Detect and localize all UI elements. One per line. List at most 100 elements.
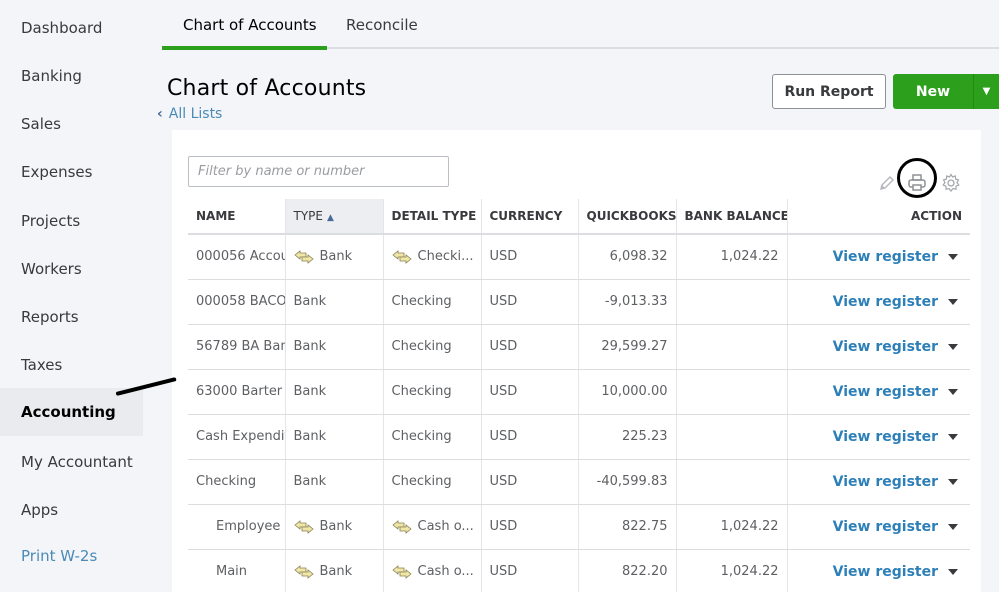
sidebar-item-expenses[interactable]: Expenses	[0, 148, 143, 196]
cell-detail-type: Checki...	[383, 234, 482, 280]
action-dropdown-caret-icon[interactable]	[948, 254, 958, 261]
cell-type-label: Bank	[319, 249, 353, 265]
table-row[interactable]: 000058 BACOI Bank Checking USD -9,013.33…	[188, 279, 970, 325]
tab-reconcile[interactable]: Reconcile	[346, 16, 418, 34]
action-dropdown-caret-icon[interactable]	[948, 434, 958, 440]
sidebar-item-reports[interactable]: Reports	[0, 293, 143, 341]
sidebar-item-banking[interactable]: Banking	[0, 52, 143, 100]
cell-detail-label: Checking	[391, 294, 452, 309]
cell-type: Bank	[285, 324, 384, 370]
column-header-currency[interactable]: CURRENCY	[481, 199, 579, 235]
view-register-link[interactable]: View register	[833, 294, 938, 310]
column-header-type[interactable]: TYPE ▲	[285, 199, 384, 235]
pencil-icon	[880, 176, 894, 190]
cell-name: 000058 BACOI	[188, 279, 286, 325]
table-row[interactable]: Cash Expenditu Bank Checking USD 225.23 …	[188, 414, 970, 460]
cell-type: Bank	[285, 459, 384, 505]
sidebar: Dashboard Banking Sales Expenses Project…	[0, 0, 143, 592]
print-button[interactable]	[906, 172, 928, 194]
bank-feed-icon	[293, 564, 314, 579]
cell-action: View register	[787, 414, 970, 460]
bank-feed-icon	[293, 249, 314, 264]
cell-type: Bank	[285, 549, 384, 592]
cell-detail-type: Checking	[383, 459, 482, 505]
column-header-action: ACTION	[787, 199, 970, 235]
all-lists-link[interactable]: ‹ All Lists	[157, 106, 222, 122]
cell-name: Checking	[188, 459, 286, 505]
view-register-link[interactable]: View register	[833, 519, 938, 535]
cell-action: View register	[787, 279, 970, 325]
cell-detail-label: Checki...	[417, 249, 474, 265]
tab-bar: Chart of Accounts Reconcile	[162, 0, 999, 50]
action-dropdown-caret-icon[interactable]	[948, 479, 958, 485]
page-title: Chart of Accounts	[167, 76, 367, 101]
cell-detail-label: Checking	[391, 339, 452, 354]
cell-type: Bank	[285, 504, 384, 550]
cell-type-label: Bank	[293, 339, 327, 354]
cell-bank-balance	[676, 279, 788, 325]
cell-action: View register	[787, 504, 970, 550]
cell-currency: USD	[481, 504, 579, 550]
cell-currency: USD	[481, 414, 579, 460]
action-dropdown-caret-icon[interactable]	[948, 299, 958, 305]
cell-quickbooks-balance: -40,599.83	[578, 459, 677, 505]
new-button[interactable]: New	[893, 74, 973, 109]
column-header-detail-type[interactable]: DETAIL TYPE	[383, 199, 482, 235]
table-row[interactable]: Main Bank Cash o... USD 822.20 1,024.22 …	[188, 549, 970, 592]
column-header-quickbooks-balance[interactable]: QUICKBOOKS I	[578, 199, 677, 235]
cell-name: 000056 Accou	[188, 234, 286, 280]
filter-input[interactable]	[188, 156, 449, 187]
sidebar-item-my-accountant[interactable]: My Accountant	[0, 438, 143, 486]
view-register-link[interactable]: View register	[833, 474, 938, 490]
action-dropdown-caret-icon[interactable]	[948, 524, 958, 530]
accounts-table: NAME TYPE ▲ DETAIL TYPE CURRENCY QUICKBOO…	[188, 199, 970, 592]
cell-currency: USD	[481, 549, 579, 592]
run-report-button[interactable]: Run Report	[772, 74, 886, 109]
cell-quickbooks-balance: 29,599.27	[578, 324, 677, 370]
sidebar-item-accounting[interactable]: Accounting	[0, 388, 143, 436]
table-row[interactable]: 56789 BA Bank Bank Checking USD 29,599.2…	[188, 324, 970, 370]
cell-bank-balance: 1,024.22	[676, 549, 788, 592]
column-header-name[interactable]: NAME	[188, 199, 286, 235]
sidebar-item-sales[interactable]: Sales	[0, 100, 143, 148]
cell-detail-type: Checking	[383, 279, 482, 325]
table-row[interactable]: 000056 Accou Bank Checki... USD 6,098.32…	[188, 234, 970, 280]
column-header-bank-balance[interactable]: BANK BALANCE	[676, 199, 788, 235]
action-dropdown-caret-icon[interactable]	[948, 389, 958, 395]
table-row[interactable]: Checking Bank Checking USD -40,599.83 Vi…	[188, 459, 970, 505]
view-register-link[interactable]: View register	[833, 249, 938, 265]
cell-quickbooks-balance: 6,098.32	[578, 234, 677, 280]
cell-name: Main	[188, 549, 286, 592]
cell-quickbooks-balance: 822.75	[578, 504, 677, 550]
action-dropdown-caret-icon[interactable]	[948, 569, 958, 575]
sidebar-item-workers[interactable]: Workers	[0, 245, 143, 293]
sidebar-item-dashboard[interactable]: Dashboard	[0, 4, 143, 52]
sort-ascending-icon: ▲	[326, 213, 334, 223]
bank-feed-icon	[391, 564, 412, 579]
table-row[interactable]: 63000 Barter A Bank Checking USD 10,000.…	[188, 369, 970, 415]
view-register-link[interactable]: View register	[833, 564, 938, 580]
cell-name: 56789 BA Bank	[188, 324, 286, 370]
table-row[interactable]: Employee - Bank Cash o... USD 822.75 1,0…	[188, 504, 970, 550]
cell-action: View register	[787, 549, 970, 592]
settings-button[interactable]	[940, 172, 962, 194]
cell-bank-balance: 1,024.22	[676, 234, 788, 280]
view-register-link[interactable]: View register	[833, 339, 938, 355]
sidebar-item-apps[interactable]: Apps	[0, 486, 143, 534]
cell-type: Bank	[285, 414, 384, 460]
view-register-link[interactable]: View register	[833, 384, 938, 400]
cell-action: View register	[787, 324, 970, 370]
new-dropdown-button[interactable]: ▼	[973, 74, 999, 109]
cell-quickbooks-balance: 225.23	[578, 414, 677, 460]
sidebar-item-print-w2s[interactable]: Print W-2s	[0, 532, 143, 580]
sidebar-item-projects[interactable]: Projects	[0, 197, 143, 245]
view-register-link[interactable]: View register	[833, 429, 938, 445]
cell-bank-balance	[676, 414, 788, 460]
cell-detail-label: Cash o...	[417, 519, 474, 534]
sidebar-item-taxes[interactable]: Taxes	[0, 341, 143, 389]
edit-pencil-button[interactable]	[876, 172, 898, 194]
tab-chart-of-accounts[interactable]: Chart of Accounts	[183, 16, 317, 34]
cell-action: View register	[787, 459, 970, 505]
action-dropdown-caret-icon[interactable]	[948, 344, 958, 350]
cell-type-label: Bank	[319, 564, 353, 579]
